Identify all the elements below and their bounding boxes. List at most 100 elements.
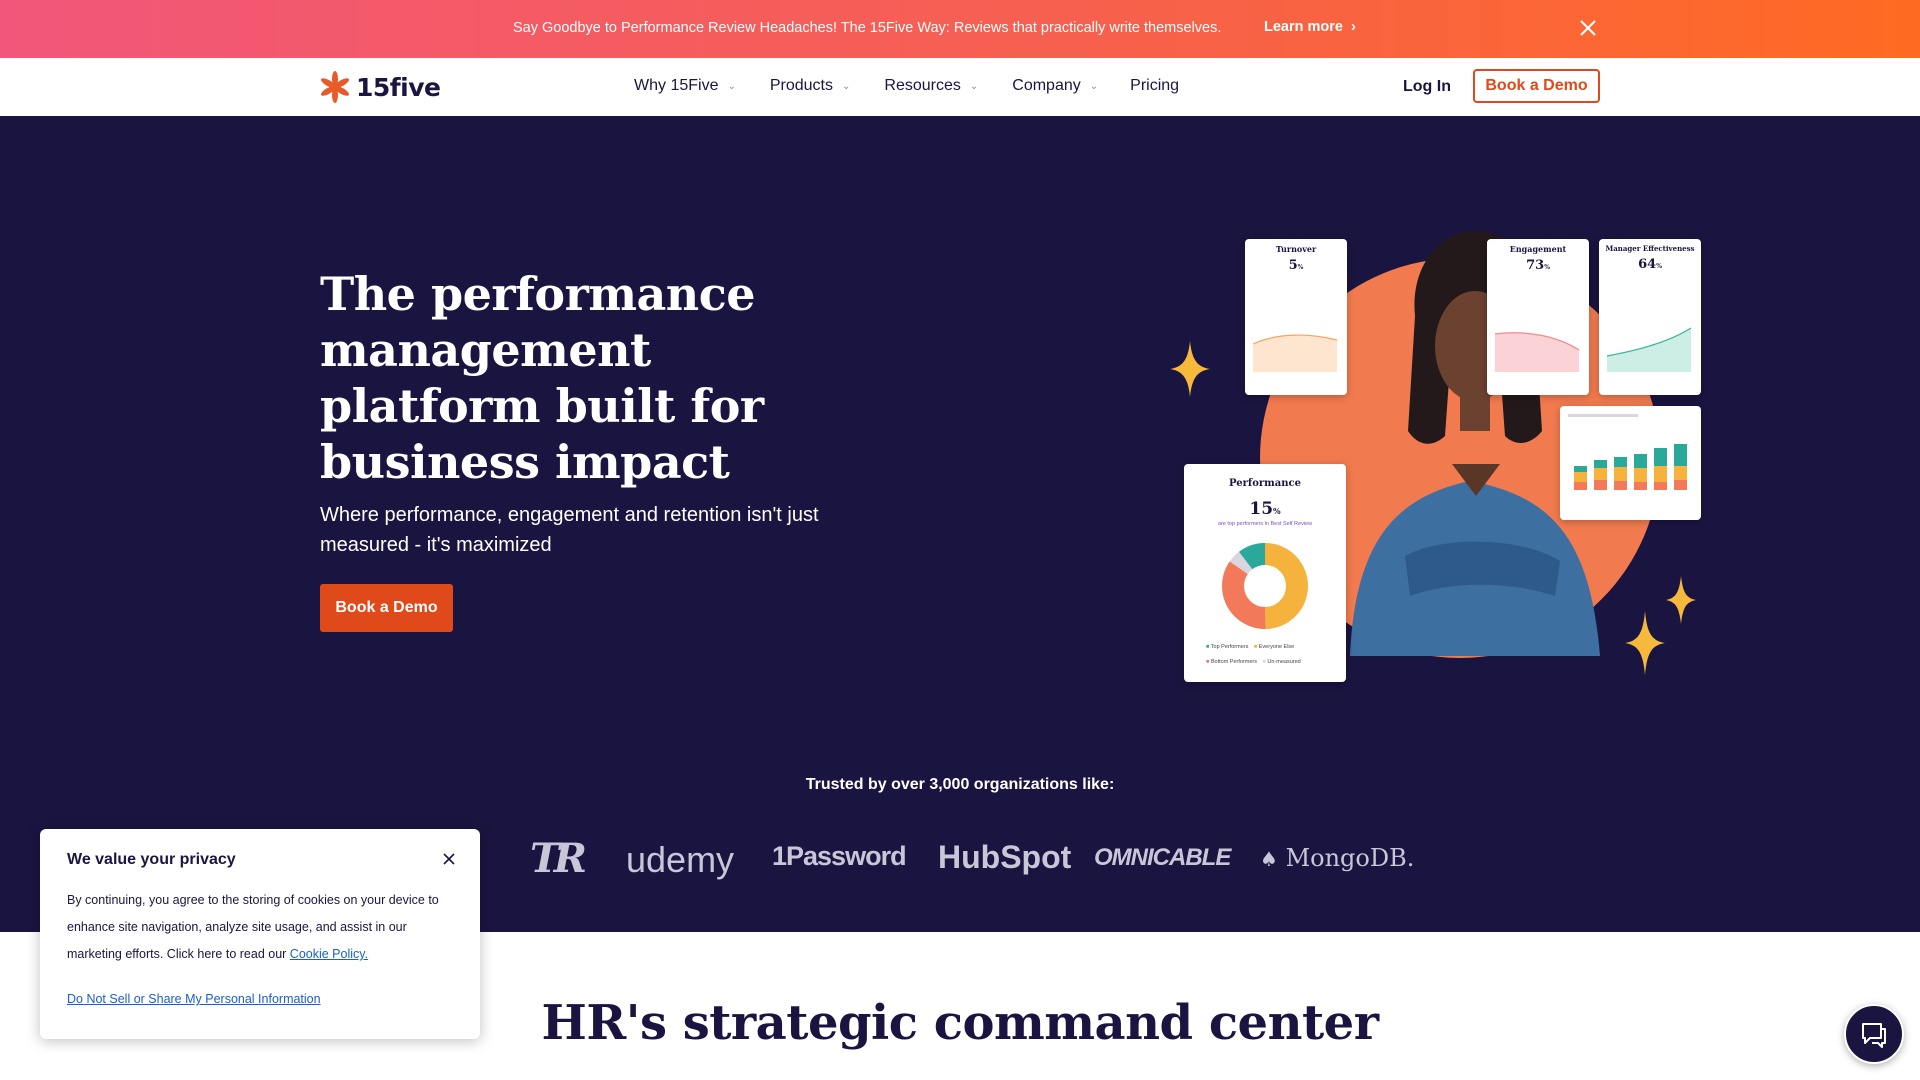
leaf-icon: ♠	[1260, 847, 1278, 871]
cookie-body: By continuing, you agree to the storing …	[67, 887, 457, 968]
sparkle-icon	[1170, 341, 1210, 397]
card-title: Turnover	[1275, 244, 1317, 254]
hero-illustration: Turnover 5% Engagement 73% Manager Effec…	[1170, 196, 1710, 696]
logo-burst-icon	[320, 71, 350, 103]
chevron-down-icon: ⌄	[842, 80, 851, 92]
manager-sparkline	[1606, 327, 1692, 372]
card-value: 73	[1526, 258, 1545, 273]
card-caption: are top performers in Best Self Review	[1217, 521, 1313, 527]
manager-effectiveness-card: Manager Effectiveness 64%	[1599, 239, 1701, 395]
card-value: 5	[1288, 258, 1298, 273]
nav-item-label: Resources	[884, 77, 961, 94]
performance-legend: ■ Top Performers ■ Everyone Else ■ Botto…	[1206, 644, 1301, 665]
card-unit: %	[1297, 264, 1304, 271]
nav-item-pricing[interactable]: Pricing	[1130, 77, 1179, 95]
nav-item-why-15five[interactable]: Why 15Five ⌄	[634, 77, 736, 95]
hero-title: The performance management platform buil…	[320, 267, 764, 489]
ratings-bar-segment	[1634, 468, 1647, 482]
engagement-card: Engagement 73%	[1487, 239, 1589, 395]
card-unit: %	[1273, 506, 1281, 516]
chevron-right-icon: ›	[1350, 19, 1356, 35]
ratings-bar-chart	[1568, 414, 1687, 490]
chat-icon	[1862, 1023, 1886, 1048]
chat-launcher-button[interactable]	[1844, 1004, 1904, 1064]
announcement-banner: Say Goodbye to Performance Review Headac…	[0, 0, 1920, 58]
ratings-bar-segment	[1674, 466, 1687, 480]
do-not-sell-link[interactable]: Do Not Sell or Share My Personal Informa…	[67, 992, 321, 1006]
ratings-bar-segment	[1674, 480, 1687, 490]
turnover-card: Turnover 5%	[1245, 239, 1347, 395]
legend-item: Everyone Else	[1258, 644, 1295, 650]
legend-item: Top Performers	[1210, 644, 1249, 650]
sparkle-icon	[1625, 611, 1665, 675]
card-title: Performance	[1229, 478, 1301, 489]
engagement-sparkline	[1494, 332, 1580, 372]
card-unit: %	[1544, 264, 1550, 271]
ratings-bar-segment	[1594, 460, 1607, 468]
close-icon[interactable]	[1578, 18, 1598, 38]
card-title: Manager Effectiveness	[1605, 244, 1695, 253]
banner-text: Say Goodbye to Performance Review Headac…	[513, 20, 1222, 36]
ratings-bar-segment	[1654, 482, 1667, 490]
ratings-bar-segment	[1594, 468, 1607, 480]
trusted-by-text: Trusted by over 3,000 organizations like…	[805, 776, 1115, 793]
logo-text: 15five	[356, 72, 441, 102]
hero-book-demo-button[interactable]: Book a Demo	[320, 584, 453, 632]
ratings-bar-segment	[1674, 444, 1687, 466]
ratings-bar-segment	[1574, 482, 1587, 490]
legend-item: Bottom Performers	[1210, 659, 1258, 665]
nav-menu: Why 15Five ⌄ Products ⌄ Resources ⌄ Company…	[634, 77, 1179, 95]
performance-donut-chart	[1222, 543, 1308, 629]
cookie-consent-panel: We value your privacy By continuing, you…	[40, 829, 480, 1039]
ratings-bar-segment	[1574, 472, 1587, 482]
logo[interactable]: 15five	[318, 70, 441, 104]
hero-section: The performance management platform buil…	[0, 116, 1920, 932]
ratings-bar-card	[1560, 406, 1701, 520]
ratings-bar-segment	[1614, 467, 1627, 481]
cookie-body-text: By continuing, you agree to the storing …	[67, 893, 439, 961]
customer-logos: TR udemy 1Password HubSpot OMNICABLE ♠ M…	[530, 831, 1414, 891]
customer-logo-mongodb: ♠ MongoDB.	[1260, 844, 1414, 872]
nav-item-label: Products	[769, 77, 833, 94]
card-unit: %	[1656, 263, 1662, 270]
nav-item-products[interactable]: Products ⌄	[770, 77, 851, 95]
customer-logo-1password: 1Password	[772, 841, 907, 871]
ratings-bar-segment	[1634, 482, 1647, 490]
card-value: 15	[1249, 499, 1274, 519]
ratings-bar-segment	[1654, 466, 1667, 482]
customer-logo-omnicable: OMNICABLE	[1094, 844, 1231, 871]
legend-item: Un-measured	[1267, 659, 1301, 665]
cookie-policy-link[interactable]: Cookie Policy.	[290, 947, 368, 961]
customer-logo-hubspot: HubSpot	[938, 839, 1072, 875]
ratings-bar-segment	[1614, 481, 1627, 490]
chevron-down-icon: ⌄	[727, 80, 736, 92]
sparkle-icon	[1666, 576, 1696, 624]
nav-item-label: Why 15Five	[634, 77, 719, 94]
nav-item-label: Pricing	[1130, 77, 1180, 94]
turnover-sparkline	[1252, 334, 1338, 372]
customer-logo-tr: TR	[530, 835, 587, 882]
nav-item-resources[interactable]: Resources ⌄	[884, 77, 978, 95]
ratings-bar-segment	[1594, 480, 1607, 490]
ratings-bar-segment	[1654, 448, 1667, 466]
chevron-down-icon: ⌄	[969, 80, 979, 92]
card-value: 64	[1638, 257, 1657, 272]
performance-card: Performance 15% are top performers in Be…	[1184, 464, 1346, 682]
ratings-bar-segment	[1634, 454, 1647, 468]
banner-learn-more-link[interactable]: Learn more ›	[1264, 19, 1356, 35]
ratings-bar-segment	[1614, 457, 1627, 467]
login-link[interactable]: Log In	[1403, 78, 1451, 96]
main-nav: 15five Why 15Five ⌄ Products ⌄ Resources ⌄ …	[0, 58, 1920, 116]
close-icon[interactable]	[442, 852, 456, 866]
cookie-title: We value your privacy	[67, 851, 236, 868]
customer-logo-mongodb-text: MongoDB.	[1285, 844, 1415, 872]
ratings-bar-segment	[1574, 466, 1587, 472]
chevron-down-icon: ⌄	[1089, 80, 1099, 92]
customer-logo-udemy: udemy	[626, 839, 735, 880]
hero-subtitle: Where performance, engagement and retent…	[320, 504, 819, 556]
card-title: Engagement	[1509, 244, 1567, 254]
banner-learn-more-label: Learn more	[1264, 19, 1343, 35]
nav-book-demo-button[interactable]: Book a Demo	[1473, 69, 1600, 103]
nav-item-company[interactable]: Company ⌄	[1012, 77, 1098, 95]
nav-item-label: Company	[1012, 77, 1081, 94]
